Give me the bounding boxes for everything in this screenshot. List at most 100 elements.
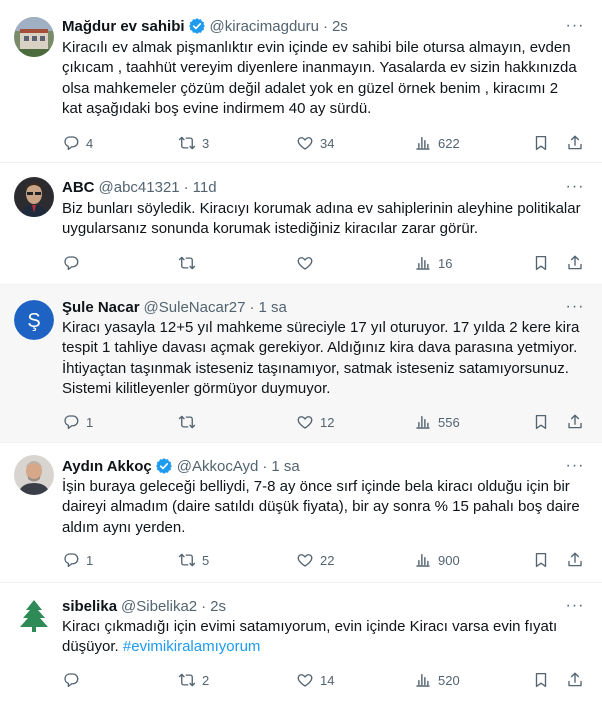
- more-icon[interactable]: ···: [564, 455, 586, 477]
- share-icon: [566, 413, 584, 431]
- share-button[interactable]: [566, 133, 584, 153]
- reply-button[interactable]: 1: [62, 550, 93, 570]
- tweet-text: Kiracılı ev almak pişmanlıktır evin için…: [62, 39, 577, 118]
- more-icon[interactable]: ···: [564, 296, 586, 318]
- like-button[interactable]: 14: [296, 670, 334, 690]
- separator-dot: ·: [201, 597, 207, 615]
- author-handle[interactable]: @kiracimagduru: [210, 18, 319, 35]
- share-icon: [566, 671, 584, 689]
- tweet-item[interactable]: ABC @abc41321 · 11d ··· Biz bunları söyl…: [0, 163, 602, 285]
- retweet-count: 2: [202, 672, 210, 688]
- tweet-item[interactable]: Ş Şule Nacar @SuleNacar27 · 1 sa ··· Kir…: [0, 285, 602, 443]
- retweet-button[interactable]: 5: [178, 550, 209, 570]
- share-button[interactable]: [566, 550, 584, 570]
- action-bar: 4 3 34 622: [62, 133, 588, 153]
- author-name[interactable]: Şule Nacar: [62, 299, 140, 316]
- retweet-button[interactable]: 3: [178, 133, 209, 153]
- avatar[interactable]: [14, 455, 54, 495]
- action-bar: 1 12 556: [62, 412, 588, 432]
- hashtag-link[interactable]: #evimikiralamıyorum: [123, 638, 261, 655]
- verified-badge-icon: [155, 457, 173, 475]
- share-button[interactable]: [566, 670, 584, 690]
- tweet-feed: Mağdur ev sahibi @kiracimagduru · 2s ···…: [0, 0, 602, 710]
- reply-button[interactable]: 4: [62, 133, 93, 153]
- more-icon[interactable]: ···: [564, 176, 586, 198]
- retweet-icon: [178, 413, 196, 431]
- author-handle[interactable]: @abc41321: [99, 179, 180, 196]
- share-icon: [566, 551, 584, 569]
- reply-count: 1: [86, 552, 94, 568]
- share-button[interactable]: [566, 412, 584, 432]
- like-icon: [296, 134, 314, 152]
- bookmark-button[interactable]: [532, 670, 550, 690]
- reply-button[interactable]: 1: [62, 412, 93, 432]
- bookmark-button[interactable]: [532, 253, 550, 273]
- views-icon: [414, 551, 432, 569]
- reply-icon: [62, 551, 80, 569]
- separator-dot: ·: [249, 298, 255, 316]
- like-icon: [296, 413, 314, 431]
- bookmark-button[interactable]: [532, 550, 550, 570]
- author-name[interactable]: ABC: [62, 179, 95, 196]
- timestamp[interactable]: 1 sa: [259, 299, 287, 316]
- retweet-icon: [178, 671, 196, 689]
- views-count: 556: [438, 414, 460, 430]
- bookmark-icon: [532, 413, 550, 431]
- tweet-item[interactable]: Mağdur ev sahibi @kiracimagduru · 2s ···…: [0, 0, 602, 163]
- author-name[interactable]: sibelika: [62, 598, 117, 615]
- bookmark-icon: [532, 134, 550, 152]
- more-icon[interactable]: ···: [564, 15, 586, 37]
- bookmark-button[interactable]: [532, 412, 550, 432]
- bookmark-button[interactable]: [532, 133, 550, 153]
- retweet-button[interactable]: [178, 253, 202, 273]
- tweet-header: Şule Nacar @SuleNacar27 · 1 sa: [62, 297, 287, 317]
- bookmark-icon: [532, 671, 550, 689]
- like-button[interactable]: 34: [296, 133, 334, 153]
- like-button[interactable]: 22: [296, 550, 334, 570]
- tweet-item[interactable]: sibelika @Sibelika2 · 2s ··· Kiracı çıkm…: [0, 583, 602, 710]
- like-button[interactable]: [296, 253, 320, 273]
- tweet-text: Biz bunları söyledik. Kiracıyı korumak a…: [62, 200, 581, 238]
- more-icon[interactable]: ···: [564, 595, 586, 617]
- avatar[interactable]: Ş: [14, 300, 54, 340]
- timestamp[interactable]: 1 sa: [271, 458, 299, 475]
- like-button[interactable]: 12: [296, 412, 334, 432]
- retweet-button[interactable]: [178, 412, 202, 432]
- views-count: 16: [438, 255, 453, 271]
- svg-text:Ş: Ş: [27, 310, 40, 332]
- tweet-text: İşin buraya geleceği belliydi, 7-8 ay ön…: [62, 478, 580, 536]
- avatar[interactable]: [14, 177, 54, 217]
- share-button[interactable]: [566, 253, 584, 273]
- bookmark-icon: [532, 551, 550, 569]
- views-button[interactable]: 622: [414, 133, 460, 153]
- tweet-text: Kiracı çıkmadığı için evimi satamıyorum,…: [62, 617, 582, 658]
- reply-icon: [62, 671, 80, 689]
- views-button[interactable]: 556: [414, 412, 460, 432]
- avatar[interactable]: [14, 596, 54, 636]
- reply-button[interactable]: [62, 670, 86, 690]
- author-handle[interactable]: @AkkocAyd: [177, 458, 259, 475]
- retweet-icon: [178, 551, 196, 569]
- views-button[interactable]: 16: [414, 253, 452, 273]
- tweet-item[interactable]: Aydın Akkoç @AkkocAyd · 1 sa ··· İşin bu…: [0, 443, 602, 583]
- timestamp[interactable]: 2s: [210, 598, 226, 615]
- reply-button[interactable]: [62, 253, 86, 273]
- reply-count: 1: [86, 414, 94, 430]
- author-handle[interactable]: @SuleNacar27: [144, 299, 246, 316]
- avatar[interactable]: [14, 17, 54, 57]
- author-name[interactable]: Mağdur ev sahibi: [62, 18, 185, 35]
- action-bar: 1 5 22 900: [62, 550, 588, 570]
- like-count: 12: [320, 414, 335, 430]
- views-button[interactable]: 520: [414, 670, 460, 690]
- timestamp[interactable]: 2s: [332, 18, 348, 35]
- like-icon: [296, 254, 314, 272]
- timestamp[interactable]: 11d: [193, 179, 217, 196]
- author-name[interactable]: Aydın Akkoç: [62, 458, 152, 475]
- retweet-button[interactable]: 2: [178, 670, 209, 690]
- views-count: 622: [438, 135, 460, 151]
- like-count: 22: [320, 552, 335, 568]
- action-bar: 2 14 520: [62, 670, 588, 690]
- views-button[interactable]: 900: [414, 550, 460, 570]
- views-icon: [414, 134, 432, 152]
- author-handle[interactable]: @Sibelika2: [121, 598, 197, 615]
